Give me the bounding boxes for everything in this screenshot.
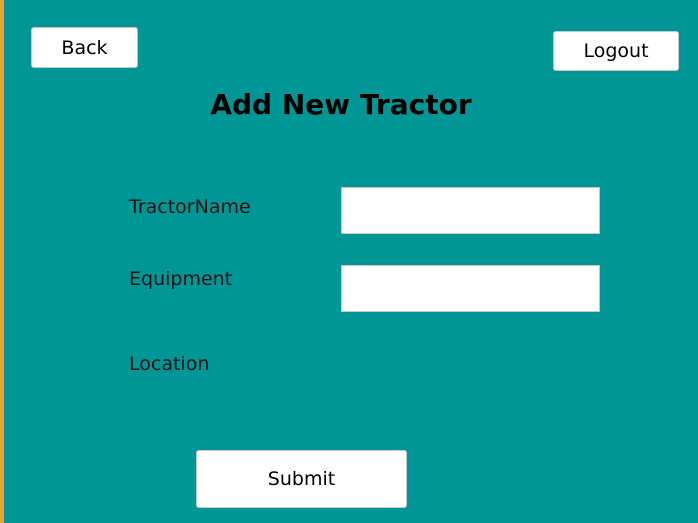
back-button[interactable]: Back — [31, 27, 138, 68]
page-title: Add New Tractor — [210, 88, 472, 121]
equipment-input[interactable] — [341, 265, 600, 312]
location-label: Location — [129, 353, 210, 375]
logout-button[interactable]: Logout — [553, 31, 679, 71]
equipment-label: Equipment — [129, 268, 233, 290]
app-window: Back Logout Add New Tractor TractorName … — [0, 0, 698, 523]
tractor-name-input[interactable] — [341, 187, 600, 234]
submit-button[interactable]: Submit — [196, 450, 407, 508]
tractor-name-label: TractorName — [129, 196, 251, 218]
